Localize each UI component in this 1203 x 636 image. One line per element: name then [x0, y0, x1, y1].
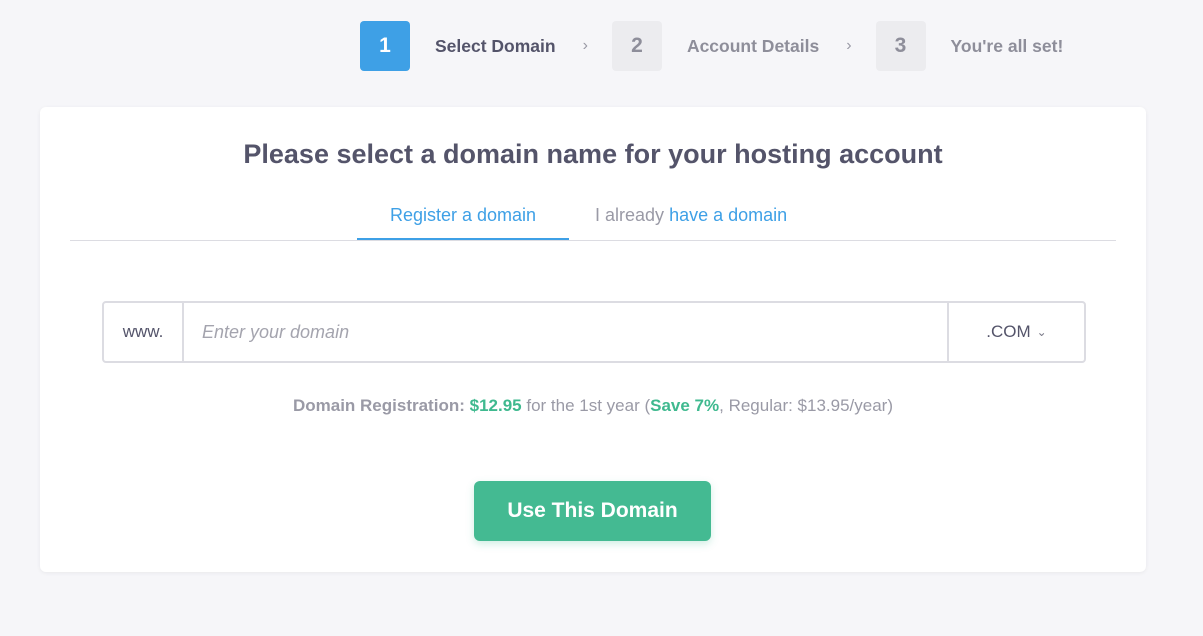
progress-stepper: 1 Select Domain › 2 Account Details › 3 …	[360, 21, 1063, 71]
domain-input[interactable]	[184, 303, 947, 361]
have-domain-link[interactable]: have a domain	[669, 205, 787, 225]
tld-select[interactable]: .COM ⌄	[947, 303, 1084, 361]
step-label: Account Details	[686, 35, 820, 56]
save-badge: Save 7%	[650, 396, 720, 415]
step-label: You're all set!	[950, 35, 1064, 56]
step-number: 3	[875, 21, 926, 71]
pricing-term: for the 1st year (	[526, 396, 651, 415]
page-title: Please select a domain name for your hos…	[243, 139, 943, 169]
tld-value: .COM	[986, 322, 1031, 341]
domain-card: Please select a domain name for your hos…	[40, 107, 1146, 572]
step-number: 2	[611, 21, 662, 71]
domain-search-box: www. .COM ⌄	[102, 301, 1086, 363]
chevron-right-icon: ›	[846, 37, 852, 54]
chevron-down-icon: ⌄	[1036, 325, 1047, 339]
step-account-details: 2 Account Details	[611, 21, 820, 71]
step-select-domain: 1 Select Domain	[360, 21, 556, 71]
domain-tabs: Register a domain I already have a domai…	[70, 197, 1116, 241]
step-all-set: 3 You're all set!	[875, 21, 1064, 71]
price-value: $12.95	[469, 396, 522, 415]
step-label: Select Domain	[435, 35, 556, 56]
pricing-label: Domain Registration:	[292, 396, 465, 415]
step-number: 1	[360, 21, 410, 71]
pricing-note: Domain Registration: $12.95 for the 1st …	[40, 396, 1146, 416]
www-prefix: www.	[104, 303, 184, 361]
use-domain-button[interactable]: Use This Domain	[474, 481, 711, 541]
tab-existing-prefix: I already	[595, 205, 665, 225]
regular-price: , Regular: $13.95/year)	[719, 396, 894, 415]
tab-register-domain[interactable]: Register a domain	[357, 205, 569, 240]
tab-existing-domain[interactable]: I already have a domain	[595, 205, 787, 238]
chevron-right-icon: ›	[582, 37, 588, 54]
